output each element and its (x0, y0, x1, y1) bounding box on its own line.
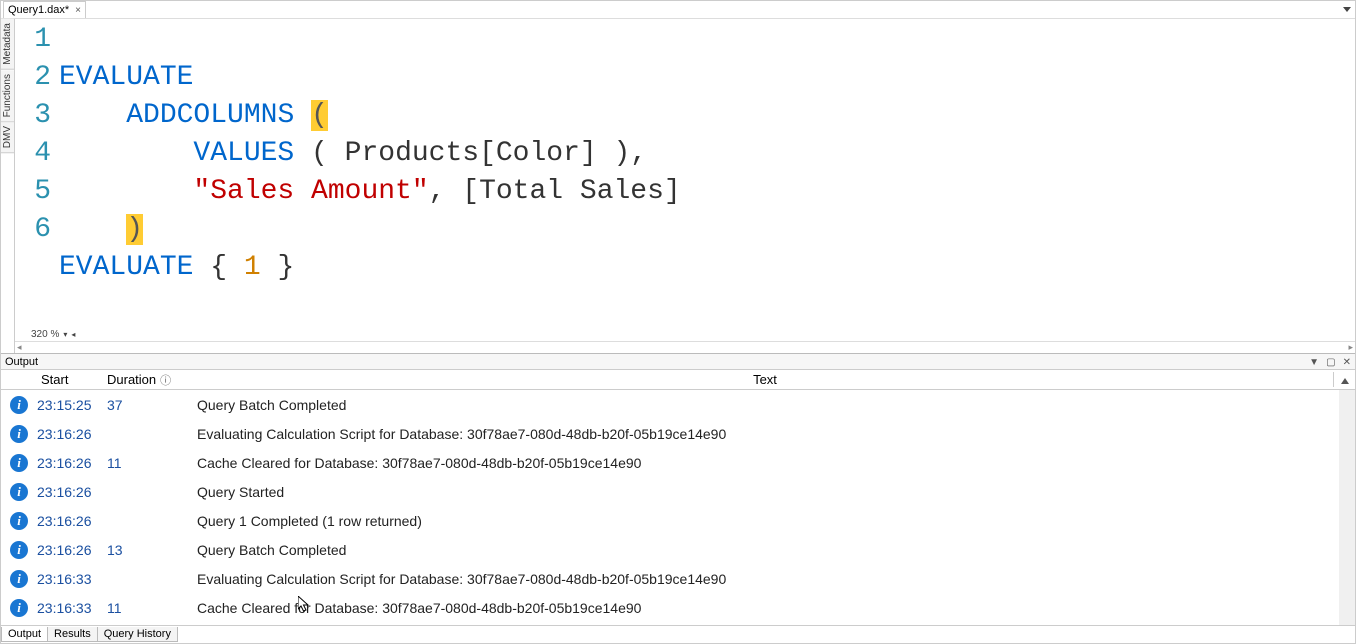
tab-overflow-icon[interactable] (1343, 7, 1351, 12)
info-icon: i (10, 425, 28, 443)
pin-icon[interactable]: ▢ (1326, 357, 1335, 368)
text-cell: Query 1 Completed (1 row returned) (197, 513, 1339, 529)
start-cell: 23:16:26 (37, 455, 107, 471)
scroll-right-icon[interactable]: ▸ (1348, 342, 1353, 353)
output-row[interactable]: i 23:16:2611Cache Cleared for Database: 3… (1, 448, 1339, 477)
line-number: 6 (19, 211, 51, 249)
info-icon: i (10, 599, 28, 617)
side-tab-strip: MetadataFunctionsDMV (1, 19, 15, 353)
file-tab-label: Query1.dax* (8, 4, 69, 16)
line-number: 3 (19, 97, 51, 135)
string-literal: "Sales Amount" (193, 176, 428, 207)
file-tab[interactable]: Query1.dax* × (3, 1, 86, 18)
text-cell: Evaluating Calculation Script for Databa… (197, 426, 1339, 442)
line-number: 2 (19, 59, 51, 97)
bottom-tab-bar: OutputResultsQuery History (1, 625, 1355, 643)
scroll-left-icon[interactable]: ◂ (17, 342, 22, 353)
number-literal: 1 (244, 252, 261, 283)
close-icon[interactable]: ✕ (1343, 357, 1351, 368)
info-icon: i (10, 570, 28, 588)
line-number: 4 (19, 135, 51, 173)
chevron-left-icon[interactable]: ◂ (71, 330, 75, 339)
line-number: 5 (19, 173, 51, 211)
chevron-down-icon[interactable]: ▾ (63, 330, 67, 339)
column-duration[interactable]: Duration ⓘ (107, 372, 197, 388)
column-start[interactable]: Start (37, 372, 107, 387)
text-cell: Cache Cleared for Database: 30f78ae7-080… (197, 600, 1339, 616)
bottom-tab-results[interactable]: Results (47, 627, 98, 642)
close-icon[interactable]: × (75, 5, 81, 16)
output-row[interactable]: i 23:16:3311Cache Cleared for Database: 3… (1, 593, 1339, 622)
keyword: EVALUATE (59, 62, 193, 93)
start-cell: 23:16:26 (37, 426, 107, 442)
output-row[interactable]: i 23:16:33 Evaluating Calculation Script f… (1, 564, 1339, 593)
scroll-down-icon[interactable]: ▼ (1340, 613, 1354, 623)
start-cell: 23:16:33 (37, 571, 107, 587)
info-icon: i (10, 396, 28, 414)
text-cell: Query Batch Completed (197, 542, 1339, 558)
info-icon: i (10, 454, 28, 472)
function: VALUES (193, 138, 294, 169)
function: ADDCOLUMNS (126, 100, 311, 131)
output-title: Output (5, 356, 38, 368)
output-panel-header: Output ▼ ▢ ✕ (1, 354, 1355, 370)
line-number: 1 (19, 21, 51, 59)
start-cell: 23:16:26 (37, 513, 107, 529)
text-cell: Evaluating Calculation Script for Databa… (197, 571, 1339, 587)
start-cell: 23:16:26 (37, 484, 107, 500)
zoom-indicator[interactable]: 320 % ▾ ◂ (15, 327, 1355, 341)
side-tab-dmv[interactable]: DMV (1, 122, 14, 153)
side-tab-functions[interactable]: Functions (1, 70, 14, 122)
column-text[interactable]: Text (197, 372, 1333, 387)
duration-cell: 11 (107, 455, 197, 471)
info-icon: i (10, 483, 28, 501)
duration-cell: 11 (107, 600, 197, 616)
bottom-tab-query-history[interactable]: Query History (97, 627, 178, 642)
info-icon: i (10, 541, 28, 559)
output-columns: Start Duration ⓘ Text (1, 370, 1355, 390)
start-cell: 23:16:33 (37, 600, 107, 616)
output-row[interactable]: i 23:16:2613Query Batch Completed (1, 535, 1339, 564)
duration-cell: 37 (107, 397, 197, 413)
output-row[interactable]: i23:16:33Query Started (1, 622, 1339, 625)
duration-cell: 13 (107, 542, 197, 558)
zoom-value: 320 % (31, 329, 59, 340)
output-row[interactable]: i 23:16:26 Query Started (1, 477, 1339, 506)
code-content[interactable]: EVALUATE ADDCOLUMNS ( VALUES ( Products[… (59, 21, 1351, 325)
info-icon: i (10, 512, 28, 530)
panel-menu-icon[interactable]: ▼ (1309, 357, 1319, 368)
output-row[interactable]: i 23:15:2537Query Batch Completed (1, 390, 1339, 419)
code-editor[interactable]: 123456 EVALUATE ADDCOLUMNS ( VALUES ( Pr… (15, 19, 1355, 327)
output-row[interactable]: i 23:16:26 Evaluating Calculation Script f… (1, 419, 1339, 448)
line-gutter: 123456 (19, 21, 59, 325)
bottom-tab-output[interactable]: Output (1, 627, 48, 642)
editor-panel: MetadataFunctionsDMV 123456 EVALUATE ADD… (1, 19, 1355, 354)
side-tab-metadata[interactable]: Metadata (1, 19, 14, 70)
output-row[interactable]: i 23:16:26 Query 1 Completed (1 row return… (1, 506, 1339, 535)
text-cell: Query Batch Completed (197, 397, 1339, 413)
start-cell: 23:15:25 (37, 397, 107, 413)
scroll-up-icon[interactable] (1333, 372, 1355, 387)
file-tab-bar: Query1.dax* × (1, 1, 1355, 19)
keyword: EVALUATE (59, 252, 193, 283)
output-rows: i23:15:2537Query Batch Completedi23:16:2… (1, 390, 1355, 625)
start-cell: 23:16:26 (37, 542, 107, 558)
paren-open-highlight: ( (311, 100, 328, 131)
paren-close-highlight: ) (126, 214, 143, 245)
info-icon: ⓘ (160, 372, 171, 388)
text-cell: Query Started (197, 484, 1339, 500)
horizontal-scrollbar[interactable]: ◂ ▸ (15, 341, 1355, 353)
text-cell: Cache Cleared for Database: 30f78ae7-080… (197, 455, 1339, 471)
